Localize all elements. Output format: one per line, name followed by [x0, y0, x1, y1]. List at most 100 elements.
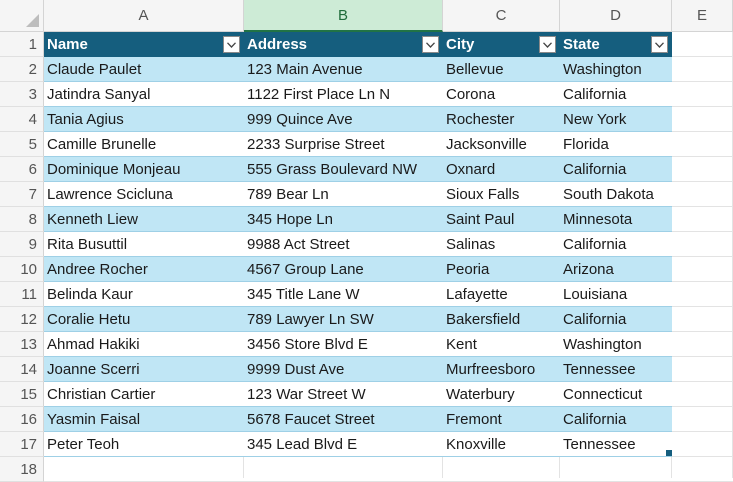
- table-cell[interactable]: 999 Quince Ave: [244, 107, 443, 132]
- table-cell[interactable]: Rochester: [443, 107, 560, 132]
- table-cell[interactable]: Louisiana: [560, 282, 672, 307]
- table-cell[interactable]: 1122 First Place Ln N: [244, 82, 443, 107]
- table-cell[interactable]: 345 Hope Ln: [244, 207, 443, 232]
- table-cell[interactable]: Belinda Kaur: [44, 282, 244, 307]
- table-cell[interactable]: California: [560, 407, 672, 432]
- row-header-7[interactable]: 7: [0, 182, 44, 207]
- chevron-down-icon: [227, 41, 236, 48]
- filter-dropdown-button[interactable]: [539, 36, 556, 53]
- chevron-down-icon: [655, 41, 664, 48]
- table-cell[interactable]: Lafayette: [443, 282, 560, 307]
- table-cell[interactable]: Saint Paul: [443, 207, 560, 232]
- table-cell[interactable]: Bakersfield: [443, 307, 560, 332]
- row-header-1[interactable]: 1: [0, 32, 44, 57]
- chevron-down-icon: [426, 41, 435, 48]
- column-header-c[interactable]: C: [443, 0, 560, 32]
- table-cell[interactable]: Peter Teoh: [44, 432, 244, 457]
- spreadsheet-grid: A B C D E 1 2 3 4 5 6 7 8 9 10 11 12 13 14 15 16 17 18 Name Addr…: [0, 0, 733, 482]
- table-cell[interactable]: 4567 Group Lane: [244, 257, 443, 282]
- row-header-12[interactable]: 12: [0, 307, 44, 332]
- table-cell[interactable]: California: [560, 157, 672, 182]
- row-header-9[interactable]: 9: [0, 232, 44, 257]
- table-cell[interactable]: Salinas: [443, 232, 560, 257]
- table-cell[interactable]: Lawrence Scicluna: [44, 182, 244, 207]
- table-cell[interactable]: Florida: [560, 132, 672, 157]
- row-header-15[interactable]: 15: [0, 382, 44, 407]
- row-header-10[interactable]: 10: [0, 257, 44, 282]
- table-cell[interactable]: 789 Lawyer Ln SW: [244, 307, 443, 332]
- filter-dropdown-button[interactable]: [422, 36, 439, 53]
- row-header-6[interactable]: 6: [0, 157, 44, 182]
- row-header-8[interactable]: 8: [0, 207, 44, 232]
- table-cell[interactable]: Christian Cartier: [44, 382, 244, 407]
- table-cell[interactable]: Knoxville: [443, 432, 560, 457]
- table-cell[interactable]: Washington: [560, 332, 672, 357]
- row-header-18[interactable]: 18: [0, 457, 44, 482]
- table-header-address[interactable]: Address: [244, 32, 443, 57]
- table-cell[interactable]: Waterbury: [443, 382, 560, 407]
- table-cell[interactable]: Corona: [443, 82, 560, 107]
- table-cell[interactable]: Bellevue: [443, 57, 560, 82]
- column-header-b[interactable]: B: [244, 0, 443, 32]
- table-cell[interactable]: 123 Main Avenue: [244, 57, 443, 82]
- table-cell[interactable]: Minnesota: [560, 207, 672, 232]
- select-all-corner[interactable]: [0, 0, 44, 32]
- row-header-5[interactable]: 5: [0, 132, 44, 157]
- table-cell[interactable]: 345 Lead Blvd E: [244, 432, 443, 457]
- row-header-11[interactable]: 11: [0, 282, 44, 307]
- table-cell[interactable]: Camille Brunelle: [44, 132, 244, 157]
- table-cell[interactable]: Sioux Falls: [443, 182, 560, 207]
- table-cell[interactable]: Jatindra Sanyal: [44, 82, 244, 107]
- table-resize-handle[interactable]: [666, 450, 672, 456]
- table-cell[interactable]: Oxnard: [443, 157, 560, 182]
- row-header-14[interactable]: 14: [0, 357, 44, 382]
- table-cell[interactable]: Arizona: [560, 257, 672, 282]
- table-cell[interactable]: Fremont: [443, 407, 560, 432]
- table-cell[interactable]: Coralie Hetu: [44, 307, 244, 332]
- table-cell[interactable]: 9988 Act Street: [244, 232, 443, 257]
- table-cell[interactable]: Dominique Monjeau: [44, 157, 244, 182]
- filter-dropdown-button[interactable]: [651, 36, 668, 53]
- row-header-13[interactable]: 13: [0, 332, 44, 357]
- table-cell[interactable]: 5678 Faucet Street: [244, 407, 443, 432]
- column-header-a[interactable]: A: [44, 0, 244, 32]
- table-cell[interactable]: 123 War Street W: [244, 382, 443, 407]
- table-cell[interactable]: Jacksonville: [443, 132, 560, 157]
- column-header-e[interactable]: E: [672, 0, 733, 32]
- table-cell[interactable]: Claude Paulet: [44, 57, 244, 82]
- table-cell[interactable]: Andree Rocher: [44, 257, 244, 282]
- table-header-name[interactable]: Name: [44, 32, 244, 57]
- row-header-3[interactable]: 3: [0, 82, 44, 107]
- table-cell[interactable]: California: [560, 82, 672, 107]
- row-header-2[interactable]: 2: [0, 57, 44, 82]
- chevron-down-icon: [543, 41, 552, 48]
- table-cell[interactable]: Joanne Scerri: [44, 357, 244, 382]
- table-cell[interactable]: Yasmin Faisal: [44, 407, 244, 432]
- table-cell[interactable]: 345 Title Lane W: [244, 282, 443, 307]
- filter-dropdown-button[interactable]: [223, 36, 240, 53]
- table-cell[interactable]: Ahmad Hakiki: [44, 332, 244, 357]
- table-cell[interactable]: Tennessee: [560, 357, 672, 382]
- table-cell[interactable]: Peoria: [443, 257, 560, 282]
- table-cell[interactable]: Rita Busuttil: [44, 232, 244, 257]
- table-cell[interactable]: Washington: [560, 57, 672, 82]
- table-cell[interactable]: 789 Bear Ln: [244, 182, 443, 207]
- row-header-4[interactable]: 4: [0, 107, 44, 132]
- table-cell[interactable]: California: [560, 232, 672, 257]
- table-cell[interactable]: New York: [560, 107, 672, 132]
- table-cell[interactable]: Tennessee: [560, 432, 672, 457]
- table-cell[interactable]: Kent: [443, 332, 560, 357]
- table-cell[interactable]: South Dakota: [560, 182, 672, 207]
- table-cell[interactable]: Kenneth Liew: [44, 207, 244, 232]
- column-header-d[interactable]: D: [560, 0, 672, 32]
- table-cell[interactable]: 3456 Store Blvd E: [244, 332, 443, 357]
- row-header-16[interactable]: 16: [0, 407, 44, 432]
- table-cell[interactable]: 9999 Dust Ave: [244, 357, 443, 382]
- table-cell[interactable]: Tania Agius: [44, 107, 244, 132]
- table-cell[interactable]: 555 Grass Boulevard NW: [244, 157, 443, 182]
- table-cell[interactable]: Connecticut: [560, 382, 672, 407]
- table-cell[interactable]: California: [560, 307, 672, 332]
- table-cell[interactable]: Murfreesboro: [443, 357, 560, 382]
- row-header-17[interactable]: 17: [0, 432, 44, 457]
- table-cell[interactable]: 2233 Surprise Street: [244, 132, 443, 157]
